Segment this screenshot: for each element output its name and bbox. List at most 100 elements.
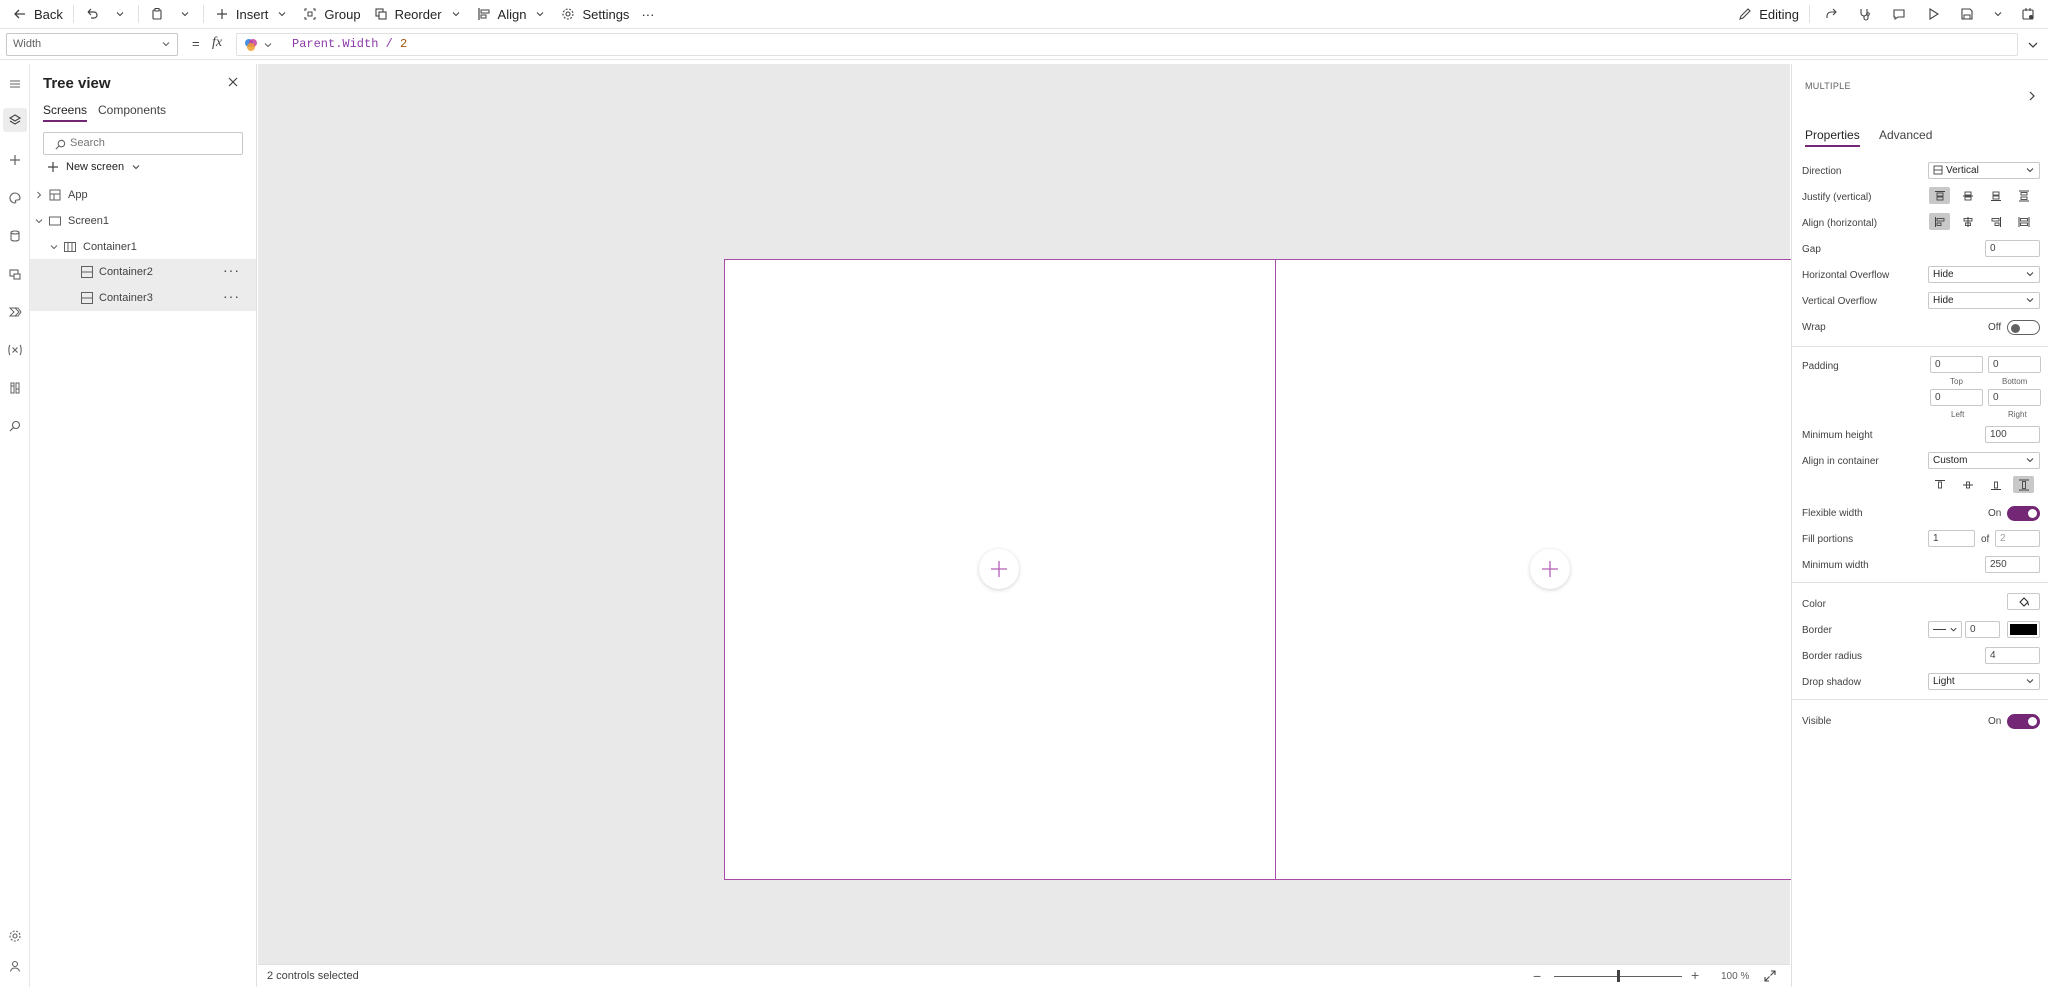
padding-bottom-input[interactable]: 0 [1988,356,2041,373]
more-options-button[interactable]: ··· [635,0,660,28]
border-radius-input[interactable]: 4 [1985,647,2040,664]
align-end-icon[interactable] [1985,213,2006,230]
container2[interactable] [725,260,1276,879]
chevron-down-icon[interactable] [263,40,273,50]
tree-node-screen1[interactable]: Screen1 [30,208,256,234]
align-center-icon[interactable] [1957,213,1978,230]
paste-dropdown[interactable] [171,0,199,28]
padding-left-input[interactable]: 0 [1930,389,1983,406]
share-button[interactable] [1814,0,1848,28]
tree-search-input[interactable] [70,137,235,149]
justify-center-icon[interactable] [1957,187,1978,204]
preview-button[interactable] [1916,0,1950,28]
min-width-input[interactable]: 250 [1985,556,2040,573]
padding-top-input[interactable]: 0 [1930,356,1983,373]
visible-toggle[interactable] [2007,714,2040,729]
undo-button[interactable] [78,0,106,28]
chevron-right-icon[interactable] [35,191,45,199]
border-style-dropdown[interactable] [1928,621,1962,638]
vertical-overflow-dropdown[interactable]: Hide [1928,292,2040,309]
insert-button[interactable]: Insert [208,0,297,28]
chevron-down-icon[interactable] [35,217,45,225]
tree-node-container1[interactable]: Container1 [30,234,256,260]
copilot-icon[interactable] [243,37,259,53]
checker-button[interactable] [1848,0,1882,28]
border-color-button[interactable] [2007,621,2040,638]
variables-icon[interactable] [3,338,27,362]
more-options-button[interactable]: ··· [223,288,240,304]
zoom-out-button[interactable]: − [1533,968,1541,984]
chevron-down-icon[interactable] [50,243,60,251]
power-automate-icon[interactable] [3,300,27,324]
min-height-input[interactable]: 100 [1985,426,2040,443]
tree-node-container3[interactable]: Container3 ··· [30,285,256,311]
align-start-icon[interactable] [1929,213,1950,230]
back-button[interactable]: Back [6,0,69,28]
property-dropdown[interactable]: Width [6,33,178,56]
justify-bottom-icon[interactable] [1985,187,2006,204]
group-button[interactable]: Group [296,0,366,28]
tree-search-box[interactable] [43,132,243,155]
align-button[interactable]: Align [470,0,555,28]
gap-input[interactable]: 0 [1985,240,2040,257]
flexible-width-toggle[interactable] [2007,506,2040,521]
chevron-right-icon[interactable] [2027,90,2037,102]
color-picker-button[interactable] [2007,593,2040,610]
formula-input[interactable] [236,33,2018,56]
close-icon[interactable] [227,76,239,88]
container3[interactable] [1276,260,1826,879]
media-icon[interactable] [3,262,27,286]
fit-to-window-icon[interactable] [1763,969,1777,983]
align-self-end-icon[interactable] [1985,476,2006,493]
editing-mode-button[interactable]: Editing [1731,0,1805,28]
tab-properties[interactable]: Properties [1805,128,1860,147]
zoom-slider-handle[interactable] [1617,970,1620,982]
menu-icon[interactable] [3,72,27,96]
tab-screens[interactable]: Screens [43,103,88,122]
drop-shadow-dropdown[interactable]: Light [1928,673,2040,690]
advanced-tools-icon[interactable] [3,376,27,400]
publish-button[interactable] [2012,0,2048,28]
settings-button[interactable]: Settings [554,0,635,28]
tab-components[interactable]: Components [98,103,166,117]
add-control-button[interactable] [1530,549,1570,589]
save-dropdown[interactable] [1984,0,2012,28]
search-icon[interactable] [3,414,27,438]
save-button[interactable] [1950,0,1984,28]
justify-top-icon[interactable] [1929,187,1950,204]
expand-formula-icon[interactable] [2027,39,2039,51]
gap-label: Gap [1802,244,1821,255]
design-canvas[interactable] [258,64,1827,964]
reorder-button[interactable]: Reorder [367,0,470,28]
add-control-button[interactable] [979,549,1019,589]
account-icon[interactable] [3,954,27,978]
tree-node-container2[interactable]: Container2 ··· [30,259,256,285]
horizontal-overflow-dropdown[interactable]: Hide [1928,266,2040,283]
direction-dropdown[interactable]: Vertical [1928,162,2040,179]
padding-right-input[interactable]: 0 [1988,389,2041,406]
chevron-down-icon [161,39,171,49]
tree-node-app[interactable]: App [30,182,256,208]
align-self-stretch-icon[interactable] [2013,476,2034,493]
insert-icon[interactable] [3,148,27,172]
zoom-in-button[interactable]: + [1691,967,1699,983]
screen1-frame[interactable] [724,259,1827,880]
align-self-center-icon[interactable] [1957,476,1978,493]
tree-view-icon[interactable] [3,108,27,132]
fill-portions-input[interactable]: 1 [1928,530,1975,547]
justify-space-between-icon[interactable] [2013,187,2034,204]
comments-button[interactable] [1882,0,1916,28]
align-stretch-icon[interactable] [2013,213,2034,230]
align-self-start-icon[interactable] [1929,476,1950,493]
undo-dropdown[interactable] [106,0,134,28]
wrap-toggle[interactable] [2007,320,2040,335]
tab-advanced[interactable]: Advanced [1879,128,1932,142]
settings-gear-icon[interactable] [3,924,27,948]
paste-button[interactable] [143,0,171,28]
align-in-container-dropdown[interactable]: Custom [1928,452,2040,469]
theme-palette-icon[interactable] [3,186,27,210]
data-icon[interactable] [3,224,27,248]
new-screen-button[interactable]: New screen [47,161,141,173]
more-options-button[interactable]: ··· [223,262,240,278]
border-thickness-input[interactable]: 0 [1965,621,2000,638]
